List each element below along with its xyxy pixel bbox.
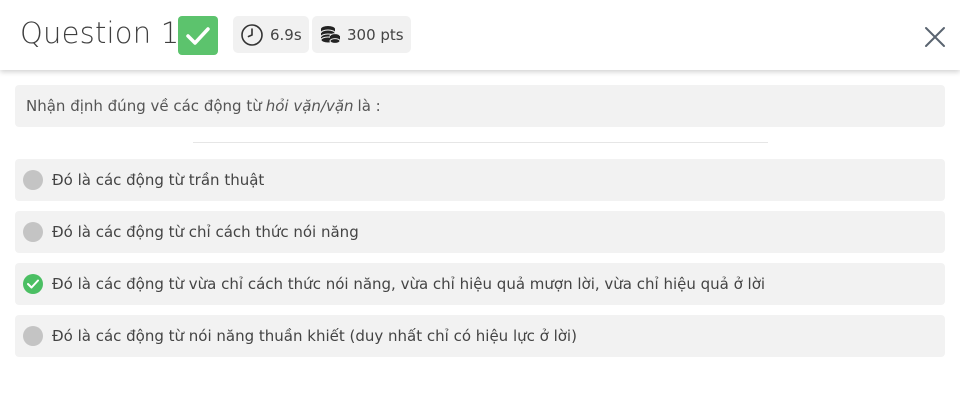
time-chip: 6.9s [233, 16, 309, 53]
question-title: Question 1 [20, 16, 180, 50]
option-label: Đó là các động từ vừa chỉ cách thức nói … [52, 275, 766, 293]
correct-badge [178, 16, 218, 55]
coins-icon [319, 24, 341, 46]
divider [193, 142, 768, 143]
time-value: 6.9s [270, 25, 302, 44]
option-label: Đó là các động từ trần thuật [52, 171, 265, 189]
question-body: Nhận định đúng về các động từ hỏi vặn/vặ… [0, 70, 960, 418]
close-button[interactable] [921, 23, 949, 51]
answer-option[interactable]: Đó là các động từ trần thuật [15, 159, 945, 201]
close-icon [925, 27, 945, 47]
answer-option[interactable]: Đó là các động từ chỉ cách thức nói năng [15, 211, 945, 253]
option-label: Đó là các động từ chỉ cách thức nói năng [52, 223, 359, 241]
prompt-emphasis: hỏi vặn/vặn [265, 97, 354, 115]
prompt-prefix: Nhận định đúng về các động từ [26, 97, 262, 115]
points-value: 300 pts [347, 25, 404, 44]
unselected-dot-icon [23, 326, 43, 346]
clock-icon [240, 23, 264, 47]
check-icon [186, 26, 210, 45]
answer-option-correct[interactable]: Đó là các động từ vừa chỉ cách thức nói … [15, 263, 945, 305]
points-chip: 300 pts [312, 16, 411, 53]
unselected-dot-icon [23, 222, 43, 242]
answer-option[interactable]: Đó là các động từ nói năng thuần khiết (… [15, 315, 945, 357]
question-header: Question 1 6.9s 300 pts [0, 0, 960, 70]
question-prompt: Nhận định đúng về các động từ hỏi vặn/vặ… [15, 85, 945, 127]
unselected-dot-icon [23, 170, 43, 190]
prompt-suffix: là : [357, 97, 381, 115]
option-label: Đó là các động từ nói năng thuần khiết (… [52, 327, 577, 345]
check-circle-icon [23, 274, 43, 294]
